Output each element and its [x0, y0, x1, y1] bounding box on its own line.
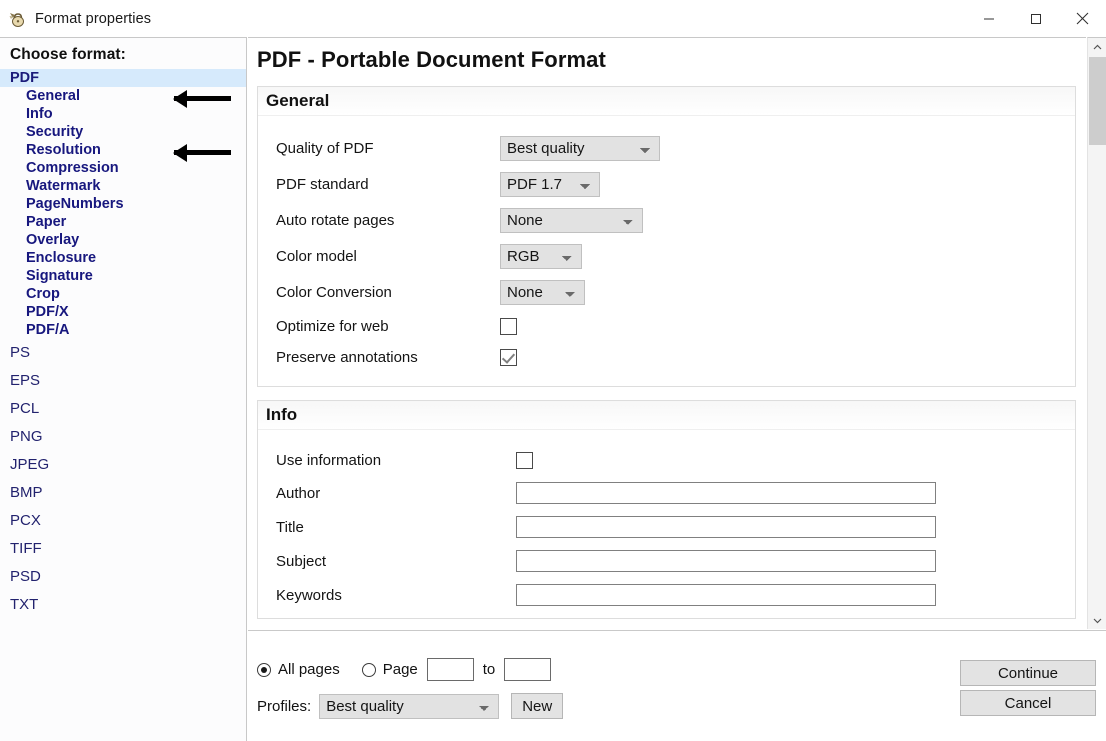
row-color-conversion: Color Conversion None	[258, 274, 1075, 310]
minimize-button[interactable]	[965, 0, 1012, 37]
scrollbar-thumb[interactable]	[1089, 57, 1106, 145]
cancel-button[interactable]: Cancel	[960, 690, 1096, 716]
continue-button[interactable]: Continue	[960, 660, 1096, 686]
row-optimize-for-web: Optimize for web	[258, 310, 1075, 342]
info-group-heading: Info	[258, 401, 1075, 430]
sidebar-item-psd[interactable]: PSD	[0, 563, 246, 591]
row-preserve-annotations: Preserve annotations	[258, 342, 1075, 372]
author-input[interactable]	[516, 482, 936, 504]
page-title: PDF - Portable Document Format	[248, 38, 1086, 73]
row-quality-of-pdf: Quality of PDF Best quality	[258, 130, 1075, 166]
profiles-select[interactable]: Best quality	[319, 694, 499, 719]
page-from-input[interactable]	[427, 658, 474, 681]
window-titlebar: Format properties	[0, 0, 1106, 37]
row-color-model: Color model RGB	[258, 238, 1075, 274]
row-use-information: Use information	[258, 444, 1075, 476]
all-pages-label: All pages	[278, 661, 340, 678]
sidebar-item-pagenumbers[interactable]: PageNumbers	[0, 195, 246, 213]
sidebar-heading: Choose format:	[0, 38, 246, 69]
settings-panel: PDF - Portable Document Format General Q…	[248, 37, 1086, 629]
subject-label: Subject	[276, 553, 516, 570]
row-pdf-standard: PDF standard PDF 1.7	[258, 166, 1075, 202]
general-group: General Quality of PDF Best quality PDF …	[257, 86, 1076, 387]
format-sidebar: Choose format: PDFGeneralInfoSecurityRes…	[0, 37, 247, 741]
format-properties-window: Format properties Choose format: PDFGene…	[0, 0, 1106, 741]
to-label: to	[483, 661, 496, 678]
color-model-label: Color model	[276, 248, 500, 265]
new-profile-button[interactable]: New	[511, 693, 563, 719]
color-conversion-select[interactable]: None	[500, 280, 585, 305]
row-keywords: Keywords	[258, 578, 1075, 612]
page-label: Page	[383, 661, 418, 678]
dialog-footer: All pages Page to Profiles: Best quality…	[248, 630, 1106, 741]
sidebar-item-info[interactable]: Info	[0, 105, 246, 123]
arrow-pointing-resolution	[174, 150, 231, 155]
keywords-input[interactable]	[516, 584, 936, 606]
sidebar-item-pdf-a[interactable]: PDF/A	[0, 321, 246, 339]
row-title: Title	[258, 510, 1075, 544]
sidebar-item-security[interactable]: Security	[0, 123, 246, 141]
general-group-heading: General	[258, 87, 1075, 116]
sidebar-item-paper[interactable]: Paper	[0, 213, 246, 231]
scroll-down-icon[interactable]	[1088, 611, 1106, 629]
sidebar-item-watermark[interactable]: Watermark	[0, 177, 246, 195]
title-input[interactable]	[516, 516, 936, 538]
page-range-row: All pages Page to	[257, 658, 551, 681]
preserve-annotations-checkbox[interactable]	[500, 349, 517, 366]
page-range-radio[interactable]	[362, 663, 376, 677]
sidebar-item-crop[interactable]: Crop	[0, 285, 246, 303]
row-auto-rotate-pages: Auto rotate pages None	[258, 202, 1075, 238]
arrow-pointing-general	[174, 96, 231, 101]
sidebar-item-png[interactable]: PNG	[0, 423, 246, 451]
sidebar-item-txt[interactable]: TXT	[0, 591, 246, 619]
quality-of-pdf-select[interactable]: Best quality	[500, 136, 660, 161]
sidebar-item-pdf[interactable]: PDF	[0, 69, 246, 87]
auto-rotate-pages-select[interactable]: None	[500, 208, 643, 233]
profiles-row: Profiles: Best quality New	[257, 693, 563, 719]
all-pages-radio[interactable]	[257, 663, 271, 677]
sidebar-item-signature[interactable]: Signature	[0, 267, 246, 285]
window-controls	[965, 0, 1106, 37]
keywords-label: Keywords	[276, 587, 516, 604]
sidebar-item-pcl[interactable]: PCL	[0, 395, 246, 423]
color-conversion-label: Color Conversion	[276, 284, 500, 301]
quality-of-pdf-label: Quality of PDF	[276, 140, 500, 157]
sidebar-item-eps[interactable]: EPS	[0, 367, 246, 395]
sidebar-item-bmp[interactable]: BMP	[0, 479, 246, 507]
use-information-checkbox[interactable]	[516, 452, 533, 469]
pdf-standard-label: PDF standard	[276, 176, 500, 193]
optimize-for-web-checkbox[interactable]	[500, 318, 517, 335]
author-label: Author	[276, 485, 516, 502]
sidebar-item-enclosure[interactable]: Enclosure	[0, 249, 246, 267]
color-model-select[interactable]: RGB	[500, 244, 582, 269]
app-icon	[7, 9, 27, 29]
pdf-standard-select[interactable]: PDF 1.7	[500, 172, 600, 197]
sidebar-item-tiff[interactable]: TIFF	[0, 535, 246, 563]
row-author: Author	[258, 476, 1075, 510]
sidebar-item-jpeg[interactable]: JPEG	[0, 451, 246, 479]
optimize-for-web-label: Optimize for web	[276, 318, 500, 335]
auto-rotate-pages-label: Auto rotate pages	[276, 212, 500, 229]
close-button[interactable]	[1059, 0, 1106, 37]
info-group: Info Use information Author Title Subjec…	[257, 400, 1076, 619]
vertical-scrollbar[interactable]	[1087, 37, 1106, 629]
maximize-button[interactable]	[1012, 0, 1059, 37]
sidebar-item-overlay[interactable]: Overlay	[0, 231, 246, 249]
window-title: Format properties	[35, 11, 151, 27]
sidebar-item-pdf-x[interactable]: PDF/X	[0, 303, 246, 321]
profiles-label: Profiles:	[257, 698, 311, 715]
scroll-up-icon[interactable]	[1088, 38, 1106, 56]
sidebar-item-compression[interactable]: Compression	[0, 159, 246, 177]
title-label: Title	[276, 519, 516, 536]
sidebar-item-ps[interactable]: PS	[0, 339, 246, 367]
preserve-annotations-label: Preserve annotations	[276, 349, 500, 366]
sidebar-item-pcx[interactable]: PCX	[0, 507, 246, 535]
row-subject: Subject	[258, 544, 1075, 578]
page-to-input[interactable]	[504, 658, 551, 681]
use-information-label: Use information	[276, 452, 516, 469]
subject-input[interactable]	[516, 550, 936, 572]
